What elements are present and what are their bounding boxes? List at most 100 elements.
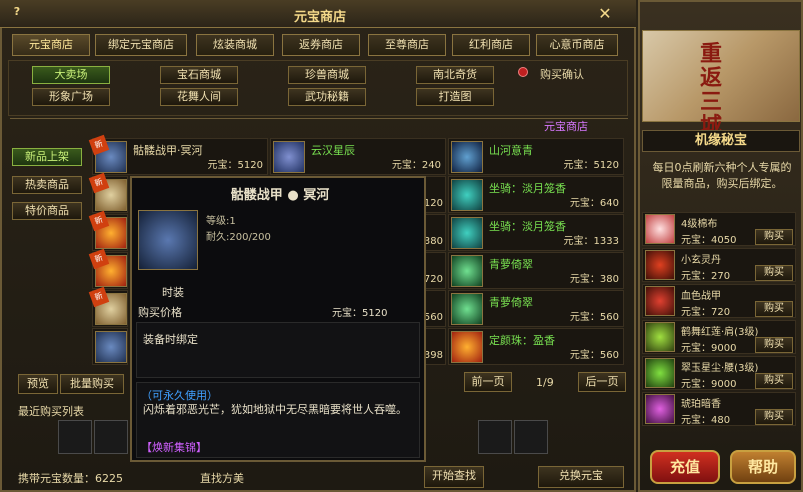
- recent-slot[interactable]: [478, 420, 512, 454]
- search-field[interactable]: 直找方美: [200, 470, 244, 486]
- category-pet-mall[interactable]: 珍兽商城: [288, 66, 366, 84]
- tab-heart-coin-shop[interactable]: 心意币商店: [536, 34, 618, 56]
- mount-icon: [451, 217, 483, 249]
- lucky-item[interactable]: 4级棉布 元宝：4050 购买: [642, 212, 796, 246]
- search-button[interactable]: 开始查找: [424, 466, 484, 488]
- batch-buy-button[interactable]: 批量购买: [60, 374, 124, 394]
- armor-icon: [138, 210, 198, 270]
- window-title: 元宝商店: [293, 10, 346, 25]
- item-price: 元宝：560: [569, 312, 619, 323]
- item-price: 元宝：5120: [563, 160, 619, 171]
- tooltip-bind-box: 装备时绑定: [136, 322, 420, 378]
- item-card[interactable]: [92, 328, 128, 365]
- category-image-plaza[interactable]: 形象广场: [32, 88, 110, 106]
- armor-icon: [645, 286, 675, 316]
- category-big-market[interactable]: 大卖场: [32, 66, 110, 84]
- item-name: 4级棉布: [681, 219, 718, 230]
- tooltip-bind: 装备时绑定: [143, 333, 198, 346]
- pearl-icon: [451, 331, 483, 363]
- lucky-treasure-desc: 每日0点刷新六种个人专属的限量商品，购买后绑定。: [652, 161, 792, 190]
- item-name: 坐骑：淡月笼香: [489, 182, 566, 195]
- side-category-hot[interactable]: 热卖商品: [12, 176, 82, 194]
- item-name: 云汉星辰: [311, 144, 355, 157]
- divider: [10, 118, 628, 132]
- belt-icon: [645, 358, 675, 388]
- tooltip-price: 元宝：5120: [332, 308, 388, 319]
- tooltip-level: 等级:1: [206, 216, 236, 227]
- help-button[interactable]: 帮助: [730, 450, 796, 484]
- category-rare-goods[interactable]: 南北奇货: [416, 66, 494, 84]
- recent-slot[interactable]: [514, 420, 548, 454]
- item-card[interactable]: 720: [424, 252, 446, 289]
- item-card[interactable]: 380: [424, 214, 446, 251]
- exchange-yuanbao-button[interactable]: 兑换元宝: [538, 466, 624, 488]
- item-price: 元宝：640: [569, 198, 619, 209]
- buy-confirm-radio[interactable]: [518, 67, 528, 77]
- item-card[interactable]: 新: [88, 172, 128, 213]
- costume-icon: [451, 255, 483, 287]
- side-category-new[interactable]: 新品上架: [12, 148, 82, 166]
- item-card[interactable]: 山河意青 元宝：5120: [448, 138, 624, 175]
- buy-button[interactable]: 购买: [755, 409, 793, 425]
- help-icon[interactable]: ?: [6, 5, 28, 23]
- buy-button[interactable]: 购买: [755, 265, 793, 281]
- buy-button[interactable]: 购买: [755, 373, 793, 389]
- costume-icon: [451, 141, 483, 173]
- next-page-button[interactable]: 后一页: [578, 372, 626, 392]
- mount-icon: [451, 179, 483, 211]
- side-category-sale[interactable]: 特价商品: [12, 202, 82, 220]
- tab-voucher-shop[interactable]: 返券商店: [282, 34, 360, 56]
- tooltip-type: 时装: [162, 286, 184, 299]
- tooltip-durability: 耐久:200/200: [206, 232, 271, 243]
- prev-page-button[interactable]: 前一页: [464, 372, 512, 392]
- category-flower-dance[interactable]: 花舞人间: [160, 88, 238, 106]
- lucky-item[interactable]: 血色战甲 元宝：720 购买: [642, 284, 796, 318]
- lucky-item[interactable]: 翠玉星尘·腰(3级) 元宝：9000 购买: [642, 356, 796, 390]
- item-card[interactable]: 398: [424, 328, 446, 365]
- item-card[interactable]: 坐骑：淡月笼香 元宝：1333: [448, 214, 624, 251]
- tab-fashion-mall[interactable]: 炫装商城: [196, 34, 274, 56]
- tooltip-price-label: 购买价格: [138, 306, 182, 319]
- item-card[interactable]: 坐骑：淡月笼香 元宝：640: [448, 176, 624, 213]
- item-price: 380: [423, 236, 443, 247]
- item-card[interactable]: 定颜珠：盈香 元宝：560: [448, 328, 624, 365]
- item-card[interactable]: 青萝倚翠 元宝：560: [448, 290, 624, 327]
- category-martial-arts[interactable]: 武功秘籍: [288, 88, 366, 106]
- costume-icon: [645, 394, 675, 424]
- lucky-item[interactable]: 琥珀暗香 元宝：480 购买: [642, 392, 796, 426]
- item-card[interactable]: 新 骷髅战甲·冥河 元宝：5120: [88, 134, 268, 175]
- recent-slot[interactable]: [94, 420, 128, 454]
- item-price: 元宝：9000: [681, 343, 737, 354]
- tooltip-collection: 【焕新集锦】: [141, 441, 207, 454]
- tab-supreme-shop[interactable]: 至尊商店: [368, 34, 446, 56]
- tooltip-title: 骷髅战甲 ● 冥河: [230, 188, 330, 203]
- lucky-item[interactable]: 小玄灵丹 元宝：270 购买: [642, 248, 796, 282]
- item-card[interactable]: 新: [88, 210, 128, 251]
- item-name: 坐骑：淡月笼香: [489, 220, 566, 233]
- item-name: 山河意青: [489, 144, 533, 157]
- item-card[interactable]: 青萝倚翠 元宝：380: [448, 252, 624, 289]
- tab-bound-yuanbao-shop[interactable]: 绑定元宝商店: [95, 34, 187, 56]
- item-price: 元宝：270: [681, 271, 731, 282]
- buy-button[interactable]: 购买: [755, 301, 793, 317]
- category-forge-plans[interactable]: 打造图: [416, 88, 494, 106]
- item-card[interactable]: 560: [424, 290, 446, 327]
- preview-button[interactable]: 预览: [18, 374, 58, 394]
- item-card[interactable]: 云汉星辰 元宝：240: [270, 138, 446, 175]
- tab-bonus-shop[interactable]: 红利商店: [452, 34, 530, 56]
- category-gem-mall[interactable]: 宝石商城: [160, 66, 238, 84]
- item-card[interactable]: 新: [88, 286, 128, 327]
- tab-yuanbao-shop[interactable]: 元宝商店: [12, 34, 90, 56]
- close-icon[interactable]: ✕: [596, 4, 614, 24]
- lucky-item[interactable]: 鹤舞红莲·肩(3级) 元宝：9000 购买: [642, 320, 796, 354]
- item-card[interactable]: 新: [88, 248, 128, 289]
- tooltip-permanent: （可永久使用）: [141, 389, 218, 402]
- item-price: 560: [423, 312, 443, 323]
- buy-button[interactable]: 购买: [755, 229, 793, 245]
- item-name: 青萝倚翠: [489, 258, 533, 271]
- buy-button[interactable]: 购买: [755, 337, 793, 353]
- tooltip-desc-box: （可永久使用） 闪烁着邪恶光芒，犹如地狱中无尽黑暗要将世人吞噬。 【焕新集锦】: [136, 382, 420, 458]
- item-price: 元宝：480: [681, 415, 731, 426]
- recent-slot[interactable]: [58, 420, 92, 454]
- recharge-button[interactable]: 充值: [650, 450, 720, 484]
